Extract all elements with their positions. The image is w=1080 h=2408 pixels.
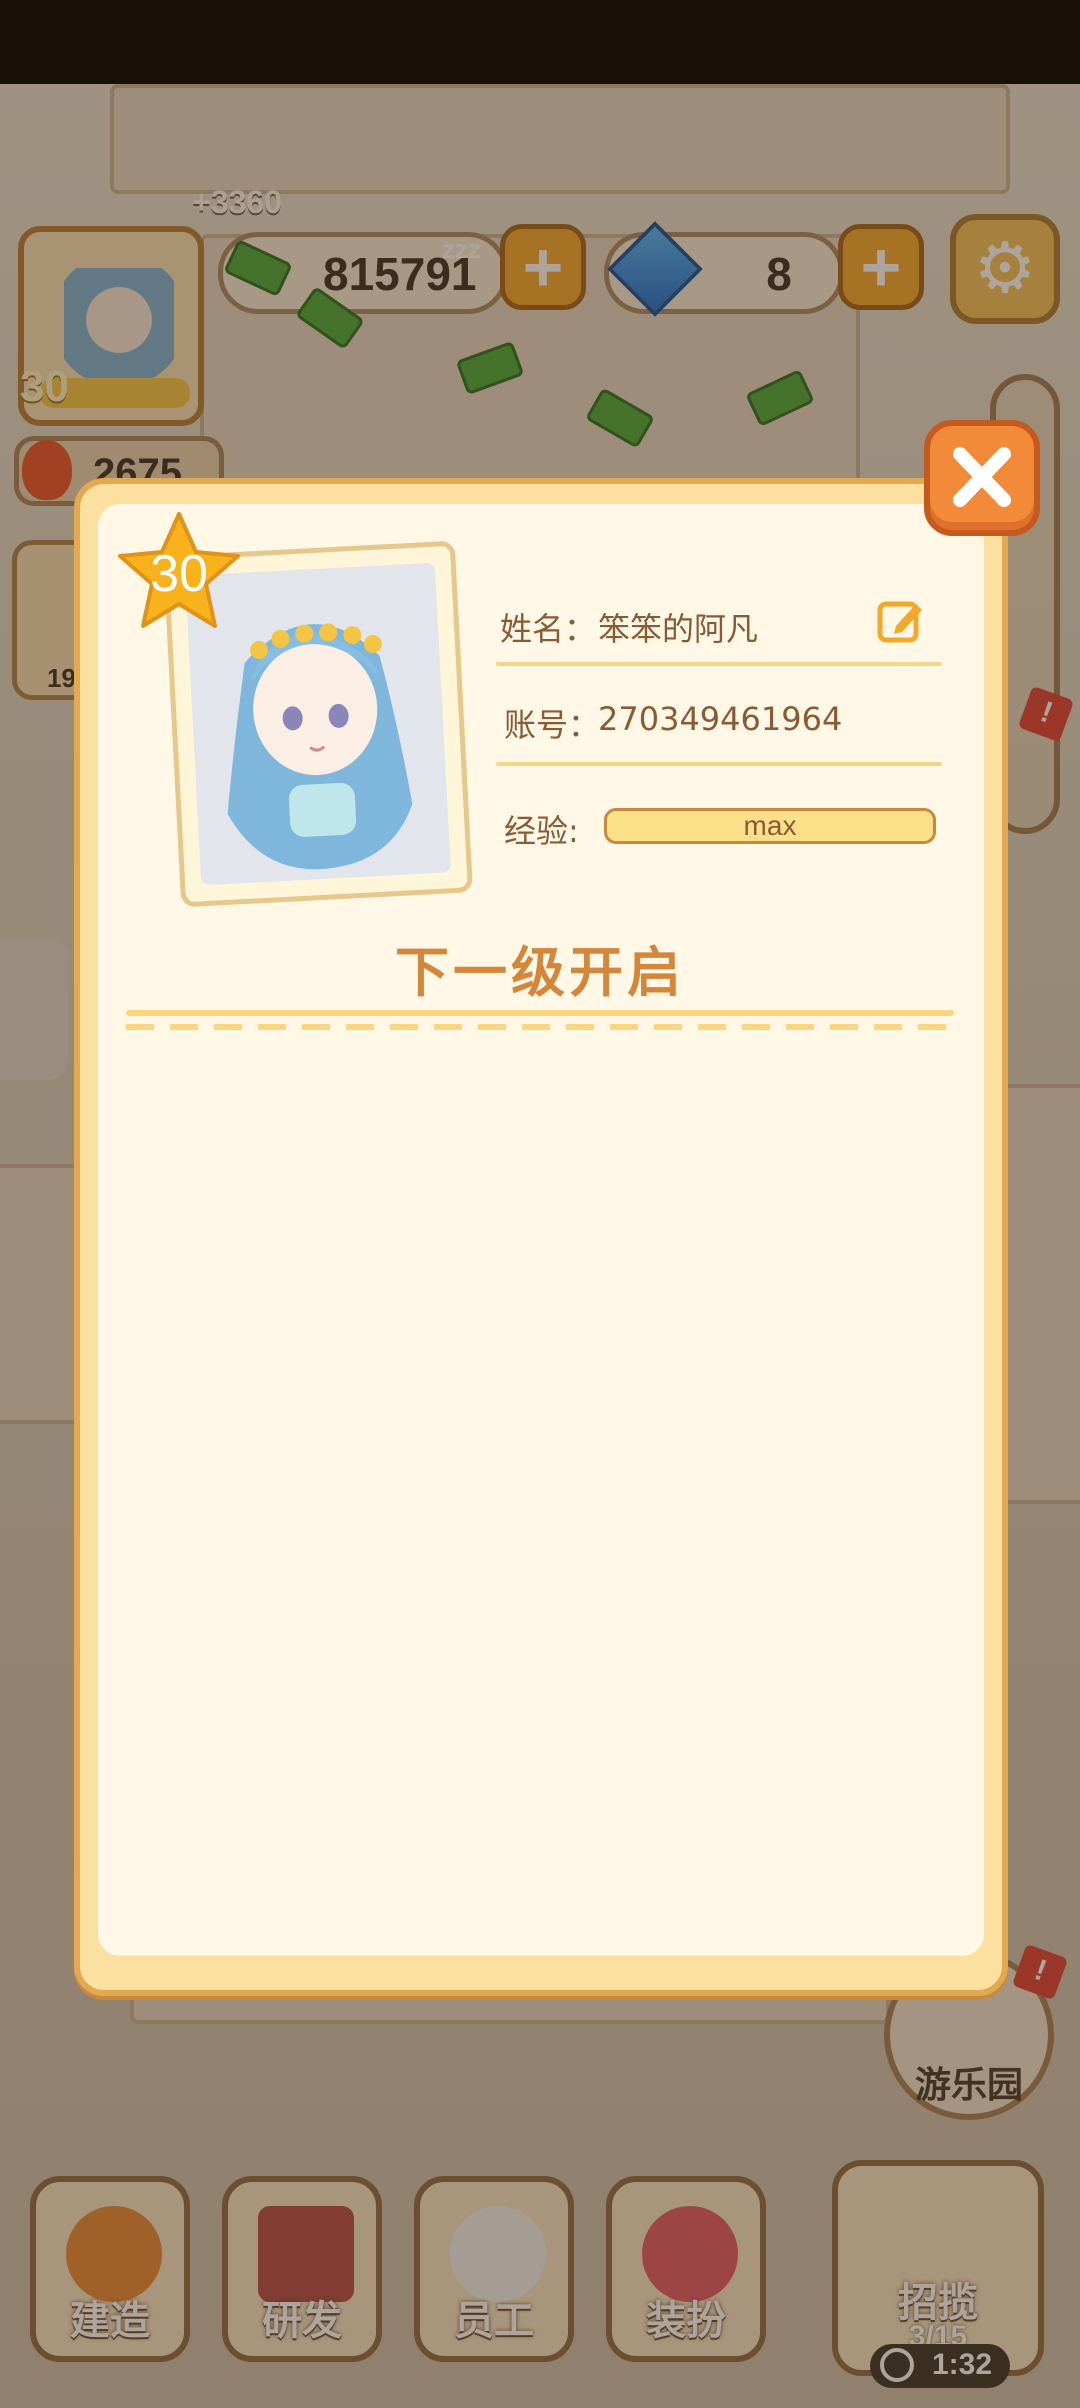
level-star-icon: 30 xyxy=(114,508,244,638)
name-label: 姓名： xyxy=(500,610,597,648)
close-button[interactable] xyxy=(924,420,1040,536)
next-level-title: 下一级开启 xyxy=(395,941,685,1004)
title-divider xyxy=(126,1010,954,1016)
name-value: 笨笨的阿凡 xyxy=(598,610,759,648)
account-divider xyxy=(496,762,942,766)
account-value: 270349461964 xyxy=(598,700,843,738)
exp-progress-bar: max xyxy=(604,808,936,844)
account-label: 账号： xyxy=(504,706,601,744)
edit-name-icon[interactable] xyxy=(876,596,926,646)
close-icon xyxy=(953,447,1011,507)
profile-level: 30 xyxy=(150,545,208,603)
name-divider xyxy=(496,662,942,666)
exp-value: max xyxy=(743,810,797,841)
exp-label: 经验: xyxy=(504,812,579,850)
title-dashed-divider xyxy=(126,1024,954,1030)
